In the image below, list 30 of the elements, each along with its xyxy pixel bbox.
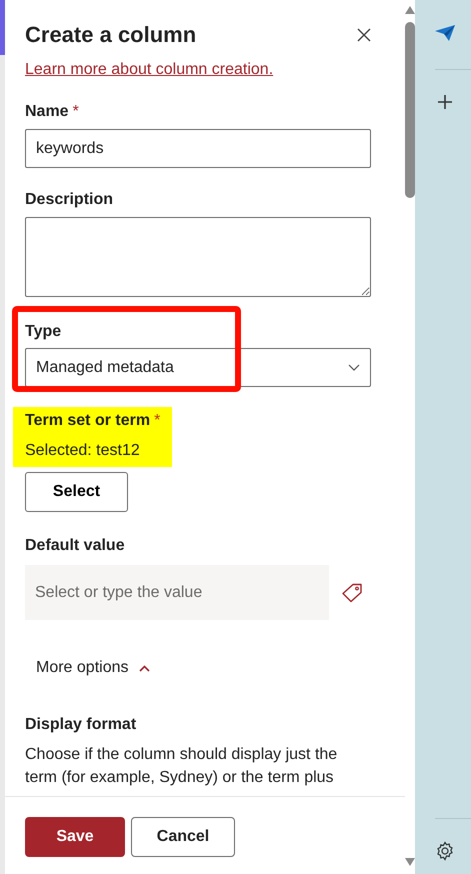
tag-icon[interactable] <box>341 582 363 603</box>
scrollbar-thumb[interactable] <box>405 22 415 198</box>
field-label: Description <box>25 190 114 210</box>
help-text: Choose if the column should display just the term (for example, Sydney) or the term plus <box>25 745 338 788</box>
cancel-button[interactable]: Cancel <box>131 817 235 857</box>
type-dropdown[interactable]: Managed metadata <box>25 348 371 388</box>
default-value-field[interactable]: Select or type the value <box>25 565 329 620</box>
name-field[interactable]: keywords <box>25 129 371 168</box>
field-label: Default value <box>25 536 125 556</box>
scroll-down-icon[interactable] <box>405 858 415 866</box>
scroll-up-icon[interactable] <box>405 6 415 14</box>
description-field[interactable] <box>25 217 371 298</box>
required-mark: * <box>72 102 79 122</box>
panel-title: Create a column <box>25 22 196 48</box>
close-icon[interactable] <box>357 28 371 42</box>
field-label: Name <box>25 102 69 122</box>
field-label: Term set or term <box>25 411 150 432</box>
send-icon[interactable] <box>435 25 455 41</box>
selected-term: Selected: test12 <box>25 441 141 462</box>
save-button[interactable]: Save <box>25 817 125 857</box>
add-icon[interactable] <box>437 94 453 110</box>
settings-icon[interactable] <box>435 841 455 861</box>
field-label: Display format <box>25 715 136 736</box>
select-button[interactable]: Select <box>25 472 128 512</box>
help-link[interactable]: Learn more about column creation. <box>25 61 274 78</box>
chevron-up-icon <box>138 664 150 672</box>
field-label: Type <box>25 322 62 342</box>
required-mark: * <box>154 411 160 432</box>
more-options-toggle[interactable]: More options <box>25 656 150 680</box>
chevron-down-icon <box>348 364 360 372</box>
